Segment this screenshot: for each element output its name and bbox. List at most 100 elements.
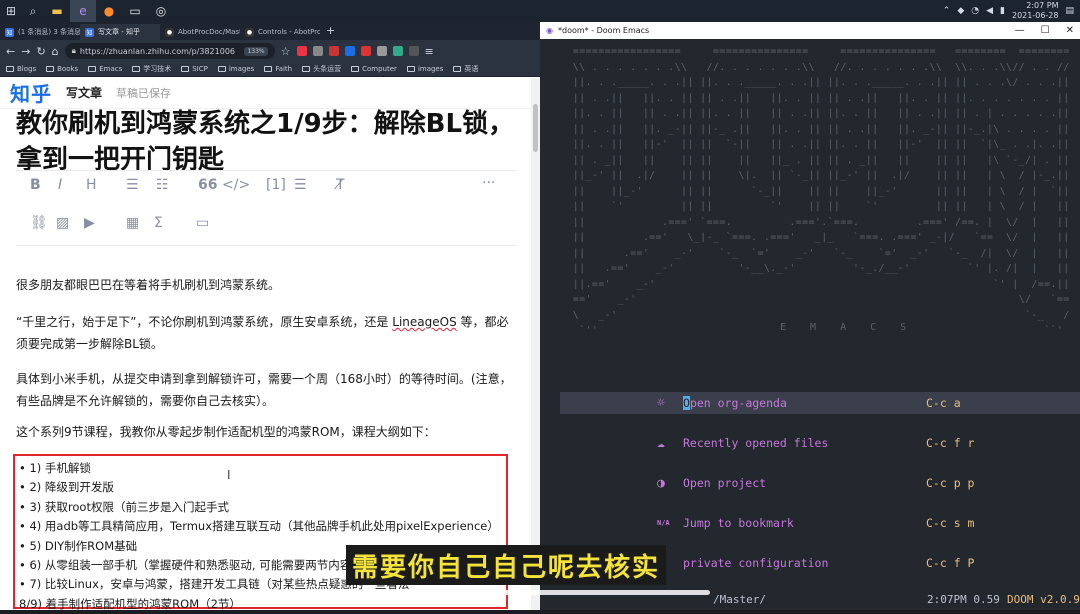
attachment-icon[interactable]: ▭ [196,215,209,231]
paragraph-4[interactable]: 这个系列9节课程，我教你从零起步制作适配机型的鸿蒙ROM，课程大纲如下： [16,421,512,443]
cloud-history-icon: ☁ [657,435,665,451]
windows-start-icon[interactable]: ⊞ [0,0,22,22]
heading-button[interactable]: H [86,177,97,193]
tray-arrow-icon[interactable]: ⌃ [943,6,951,16]
menu-icon[interactable]: ≡ [425,45,434,58]
bookmark-item[interactable]: images [217,65,254,73]
menu-keybinding: C-c p p [926,476,975,490]
bookmark-item[interactable]: Faith [264,65,292,73]
video-progress-bar[interactable] [20,590,710,595]
taskbar-clock[interactable]: 2:07 PM 2021-06-28 [1012,1,1059,21]
browser-tab-1[interactable]: 知 (1 条消息) 3 条消息 [0,24,80,40]
link-icon[interactable]: ⛓ [30,215,48,231]
text-cursor: O [683,396,690,410]
browser-tab-3[interactable]: ● AbotProcDoc/Master [160,24,240,40]
doom-ascii-banner: ================= =============== ======… [572,46,1070,336]
table-icon[interactable]: ▦ [126,215,139,231]
back-icon[interactable]: ← [6,45,15,58]
unordered-list-icon[interactable]: ☷ [156,177,169,193]
browser-tab-4[interactable]: ● Controls - AbotProcDo [240,24,320,40]
zhihu-header: 知乎 写文章 草稿已保存 [0,77,540,109]
article-title[interactable]: 教你刷机到鸿蒙系统之1/9步：解除BL锁，拿到一把开门钥匙 [16,106,516,178]
bookmark-item[interactable]: 英语 [453,64,478,74]
forward-icon[interactable]: → [21,45,30,58]
formula-icon[interactable]: Σ [154,215,163,231]
menu-keybinding: C-c a [926,396,961,410]
scrollbar-thumb[interactable] [533,104,538,152]
tray-network-icon[interactable]: ◔ [971,6,979,16]
outline-item: • 2) 降级到开发版 [19,480,114,495]
bold-button[interactable]: B [30,177,41,193]
home-icon[interactable]: ⌂ [52,45,59,58]
image-icon[interactable]: ▨ [56,215,69,231]
extension-icon[interactable] [408,46,419,56]
browser-tab-2[interactable]: 知写文章 - 知乎 [80,24,160,40]
extension-icon[interactable] [296,46,307,56]
video-icon[interactable]: ▶ [84,215,95,231]
bookmark-label: Faith [275,65,293,73]
course-outline-box[interactable]: • 1) 手机解锁 • 2) 降级到开发版 • 3) 获取root权限（前三步是… [13,454,508,611]
paragraph-2[interactable]: “千里之行，始于足下”，不论你刷机到鸿蒙系统，原生安卓系统，还是 Lineage… [16,311,512,355]
firefox-taskbar-icon[interactable]: ● [96,0,122,22]
extension-icon[interactable] [312,46,323,56]
new-tab-button[interactable]: + [320,24,341,40]
address-bar[interactable]: 🔒︎ https://zhuanlan.zhihu.com/p/3821006 … [64,43,275,59]
folder-icon [217,66,226,72]
tray-volume-icon[interactable]: ◀ [986,6,993,16]
tab-label: Controls - AbotProcDo [258,28,320,36]
bookmark-item[interactable]: Books [46,65,78,73]
tray-battery-icon[interactable]: ▮ [1000,6,1005,16]
minimize-icon[interactable]: — [1015,25,1025,36]
extension-icon[interactable] [328,46,339,56]
search-icon[interactable]: ⌕ [22,0,44,22]
clear-format-icon[interactable]: T̸ [336,177,345,193]
dashboard-org-agenda[interactable]: ☼ Open org-agenda C-c a [657,392,961,414]
emacs-taskbar-icon[interactable]: e [70,0,96,22]
extension-icon[interactable] [392,46,403,56]
bookmark-label: images [417,65,444,73]
menu-label: private configuration [683,556,829,570]
page-scrollbar[interactable] [531,78,540,610]
quote-button[interactable]: 66 [198,177,217,193]
bookmark-item[interactable]: 头条运营 [302,64,341,74]
bookmark-item[interactable]: Blogs [6,65,36,73]
extension-icon[interactable] [360,46,371,56]
paragraph-1[interactable]: 很多朋友都眼巴巴在等着将手机刷机到鸿蒙系统。 [16,274,512,296]
dashboard-bookmark[interactable]: N/A Jump to bookmark C-c s m [657,512,974,534]
bookmark-item[interactable]: SICP [181,65,208,73]
menu-keybinding: C-c f r [926,436,975,450]
ordered-list-icon[interactable]: ☰ [126,177,139,193]
dashboard-recent-files[interactable]: ☁ Recently opened files C-c f r [657,432,974,454]
bookmark-item[interactable]: Emacs [88,65,122,73]
obs-taskbar-icon[interactable]: ◎ [148,0,174,22]
code-button[interactable]: </> [222,177,250,193]
outline-item: 8/9) 着手制作适配机型的鸿蒙ROM（2节） [19,596,241,611]
extension-icon[interactable] [376,46,387,56]
italic-button[interactable]: I [58,177,62,193]
zoom-level[interactable]: 133% [244,46,268,56]
reload-icon[interactable]: ↻ [36,45,45,58]
close-icon[interactable]: ✕ [1066,25,1074,36]
bookmark-item[interactable]: 学习技术 [132,64,171,74]
more-icon[interactable]: ··· [482,175,495,191]
bookmark-item[interactable]: Computer [351,65,397,73]
file-explorer-icon[interactable]: ▬ [44,0,70,22]
menu-keybinding: C-c f P [926,556,975,570]
maximize-icon[interactable]: ☐ [1041,25,1050,36]
dashboard-private-config[interactable]: private configuration C-c f P [657,552,974,574]
bookmark-label: Emacs [99,65,123,73]
zhihu-favicon-icon: 知 [5,27,14,37]
zhihu-logo[interactable]: 知乎 [10,78,52,107]
tray-shield-icon[interactable]: ◆ [957,6,964,16]
bookmark-item[interactable]: images [406,65,444,73]
dashboard-open-project[interactable]: ◑ Open project C-c p p [657,472,974,494]
footnote-button[interactable]: [1] [266,177,286,193]
notification-icon[interactable]: ▤ [1065,6,1074,16]
terminal-taskbar-icon[interactable]: ▭ [122,0,148,22]
extension-icon[interactable] [344,46,355,56]
paragraph-3[interactable]: 具体到小米手机，从提交申请到拿到解锁许可，需要一个周（168小时）的等待时间。(… [16,368,512,412]
lineageos-link[interactable]: LineageOS [392,315,456,329]
browser-navbar: ← → ↻ ⌂ 🔒︎ https://zhuanlan.zhihu.com/p/… [0,40,540,62]
divider-icon[interactable]: ☰ [294,177,307,193]
bookmark-star-icon[interactable]: ☆ [281,45,291,58]
